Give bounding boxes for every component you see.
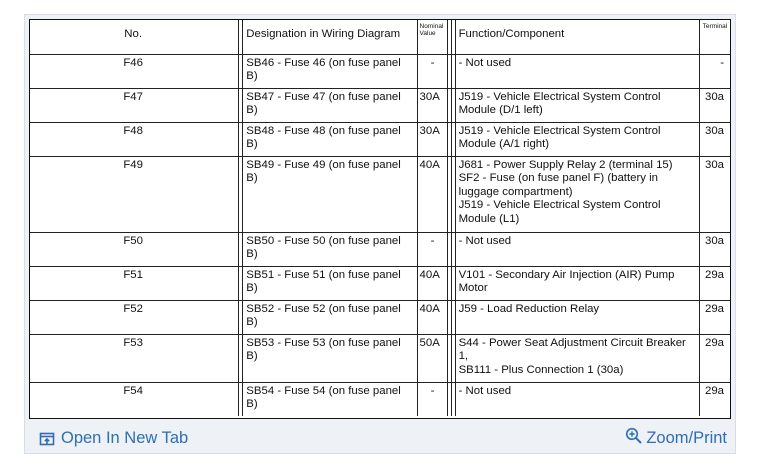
cell-function: - Not used bbox=[455, 232, 700, 267]
cell-designation: SB46 - Fuse 46 (on fuse panel B) bbox=[242, 54, 418, 89]
cell-designation: SB48 - Fuse 48 (on fuse panel B) bbox=[242, 122, 418, 157]
cell-nominal-value: - bbox=[417, 232, 448, 267]
cell-designation: SB51 - Fuse 51 (on fuse panel B) bbox=[242, 266, 418, 301]
cell-function: J519 - Vehicle Electrical System Control… bbox=[455, 88, 700, 123]
cell-nominal-value: 40A bbox=[417, 266, 448, 301]
cell-nominal-value: 30A bbox=[417, 88, 448, 123]
open-in-new-tab-label: Open In New Tab bbox=[61, 429, 189, 447]
cell-no: F53 bbox=[30, 334, 240, 383]
cell-terminal: 30a bbox=[699, 156, 730, 233]
cell-nominal-value: - bbox=[417, 382, 448, 416]
cell-designation: SB50 - Fuse 50 (on fuse panel B) bbox=[242, 232, 418, 267]
cell-nominal-value: - bbox=[417, 54, 448, 89]
fuse-table-image: No. Designation in Wiring Diagram Nomina… bbox=[29, 19, 731, 419]
zoom-print-link[interactable]: Zoom/Print bbox=[625, 427, 727, 448]
header-designation: Designation in Wiring Diagram bbox=[242, 20, 418, 55]
table-row: F47 SB47 - Fuse 47 (on fuse panel B) 30A J5… bbox=[30, 88, 730, 123]
table-row: F54 SB54 - Fuse 54 (on fuse panel B) - - No… bbox=[30, 382, 730, 416]
header-nominal-value: Nominal Value bbox=[417, 20, 448, 55]
cell-function: S44 - Power Seat Adjustment Circuit Brea… bbox=[455, 334, 700, 383]
open-new-tab-icon bbox=[39, 431, 55, 447]
cell-terminal: 29a bbox=[699, 266, 730, 301]
table-row: F52 SB52 - Fuse 52 (on fuse panel B) 40A J5… bbox=[30, 300, 730, 335]
header-no: No. bbox=[30, 20, 240, 55]
header-terminal: Terminal bbox=[699, 20, 730, 55]
cell-function: J59 - Load Reduction Relay bbox=[455, 300, 700, 335]
cell-no: F54 bbox=[30, 382, 240, 416]
cell-designation: SB53 - Fuse 53 (on fuse panel B) bbox=[242, 334, 418, 383]
cell-terminal: 29a bbox=[699, 334, 730, 383]
table-row: F51 SB51 - Fuse 51 (on fuse panel B) 40A V1… bbox=[30, 266, 730, 301]
cell-terminal: 29a bbox=[699, 300, 730, 335]
cell-nominal-value: 50A bbox=[417, 334, 448, 383]
cell-no: F47 bbox=[30, 88, 240, 123]
cell-function: J681 - Power Supply Relay 2 (terminal 15… bbox=[455, 156, 700, 233]
table-row: F49 SB49 - Fuse 49 (on fuse panel B) 40A J6… bbox=[30, 156, 730, 233]
cell-no: F46 bbox=[30, 54, 240, 89]
cell-function: J519 - Vehicle Electrical System Control… bbox=[455, 122, 700, 157]
table-row: F46 SB46 - Fuse 46 (on fuse panel B) - - No… bbox=[30, 54, 730, 89]
cell-terminal: 30a bbox=[699, 122, 730, 157]
cell-function: - Not used bbox=[455, 382, 700, 416]
cell-no: F51 bbox=[30, 266, 240, 301]
cell-nominal-value: 30A bbox=[417, 122, 448, 157]
cell-designation: SB47 - Fuse 47 (on fuse panel B) bbox=[242, 88, 418, 123]
cell-terminal: 30a bbox=[699, 232, 730, 267]
table-row: F50 SB50 - Fuse 50 (on fuse panel B) - - No… bbox=[30, 232, 730, 267]
cell-terminal: 29a bbox=[704, 384, 724, 397]
image-footer: Open In New Tab Zoom/Print bbox=[25, 421, 735, 453]
cell-terminal: 30a bbox=[699, 88, 730, 123]
cell-no: F50 bbox=[30, 232, 240, 267]
zoom-icon bbox=[625, 427, 643, 445]
open-in-new-tab-link[interactable]: Open In New Tab bbox=[39, 429, 188, 448]
zoom-print-label: Zoom/Print bbox=[646, 429, 727, 447]
cell-nominal-value: 40A bbox=[417, 156, 448, 233]
table-row: F48 SB48 - Fuse 48 (on fuse panel B) 30A J5… bbox=[30, 122, 730, 157]
cell-function: - Not used bbox=[455, 54, 700, 89]
table-header-row: No. Designation in Wiring Diagram Nomina… bbox=[30, 20, 730, 55]
cell-no: F48 bbox=[30, 122, 240, 157]
cell-designation: SB49 - Fuse 49 (on fuse panel B) bbox=[242, 156, 418, 233]
cell-designation: SB52 - Fuse 52 (on fuse panel B) bbox=[242, 300, 418, 335]
cell-terminal: - bbox=[699, 54, 730, 89]
table-row: F53 SB53 - Fuse 53 (on fuse panel B) 50A S4… bbox=[30, 334, 730, 383]
cell-no: F49 bbox=[30, 156, 240, 233]
cell-designation: SB54 - Fuse 54 (on fuse panel B) bbox=[242, 382, 418, 416]
fuse-table: No. Designation in Wiring Diagram Nomina… bbox=[30, 20, 730, 416]
cell-function: V101 - Secondary Air Injection (AIR) Pum… bbox=[455, 266, 700, 301]
cell-no: F52 bbox=[30, 300, 240, 335]
header-function: Function/Component bbox=[455, 20, 700, 55]
cell-nominal-value: 40A bbox=[417, 300, 448, 335]
image-viewer-frame: No. Designation in Wiring Diagram Nomina… bbox=[24, 14, 736, 454]
